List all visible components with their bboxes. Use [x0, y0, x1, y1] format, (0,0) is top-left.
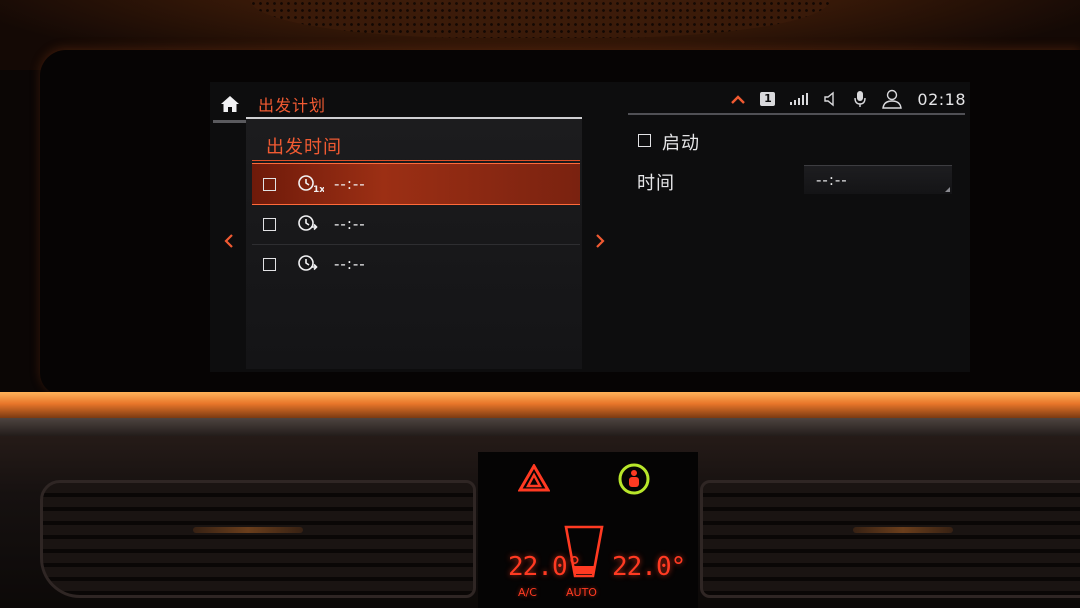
channel-badge: 1: [760, 92, 776, 106]
departure-time-value: --:--: [334, 255, 366, 273]
activate-checkbox[interactable]: [638, 134, 651, 147]
time-field[interactable]: --:--: [804, 165, 952, 194]
departure-row-3-checkbox[interactable]: [263, 257, 276, 271]
departure-row-2-checkbox[interactable]: [263, 217, 276, 231]
departure-row-1-checkbox[interactable]: [263, 177, 276, 191]
timer-icon: [298, 215, 318, 231]
chevron-up-icon[interactable]: [730, 93, 746, 105]
header-divider: [628, 113, 965, 115]
time-field-value: --:--: [816, 171, 848, 189]
hazard-icon[interactable]: [518, 464, 550, 492]
timer-icon: 1x: [298, 175, 324, 195]
departure-time-value: --:--: [334, 175, 366, 193]
clock: 02:18: [917, 89, 966, 109]
ambient-light-strip: [0, 392, 1080, 418]
signal-strength-icon: [790, 93, 809, 105]
field-corner-marker: [945, 187, 950, 192]
vent-slat: [853, 527, 953, 533]
left-air-vent[interactable]: [40, 480, 476, 598]
panel-title: 出发时间: [266, 137, 342, 158]
ac-label[interactable]: A/C: [518, 586, 537, 599]
title-divider: [252, 160, 580, 161]
departure-row-2[interactable]: --:--: [252, 204, 580, 245]
departure-row-1[interactable]: 1x --:--: [252, 163, 580, 205]
status-bar: 1 02:18: [730, 89, 966, 109]
microphone-icon[interactable]: [853, 90, 867, 108]
speaker-icon[interactable]: [823, 91, 839, 107]
vent-slat: [193, 527, 303, 533]
chevron-left-icon[interactable]: [224, 233, 234, 249]
departure-row-3[interactable]: --:--: [252, 244, 580, 284]
activate-label[interactable]: 启动: [662, 129, 700, 155]
time-label: 时间: [637, 173, 675, 194]
dashboard-trim: [0, 418, 1080, 436]
repeat-marker: 1x: [313, 185, 324, 195]
chevron-right-icon[interactable]: [595, 233, 605, 249]
fan-speed-indicator[interactable]: [563, 524, 605, 582]
departure-time-value: --:--: [334, 215, 366, 233]
auto-label[interactable]: AUTO: [566, 586, 597, 599]
user-profile-icon[interactable]: [881, 89, 903, 109]
app-title: 出发计划: [258, 96, 327, 115]
home-icon[interactable]: [219, 94, 241, 114]
right-temperature[interactable]: 22.0°: [612, 552, 686, 582]
right-air-vent[interactable]: [700, 480, 1080, 598]
passenger-airbag-icon: [618, 463, 650, 495]
timer-icon: [298, 255, 318, 271]
